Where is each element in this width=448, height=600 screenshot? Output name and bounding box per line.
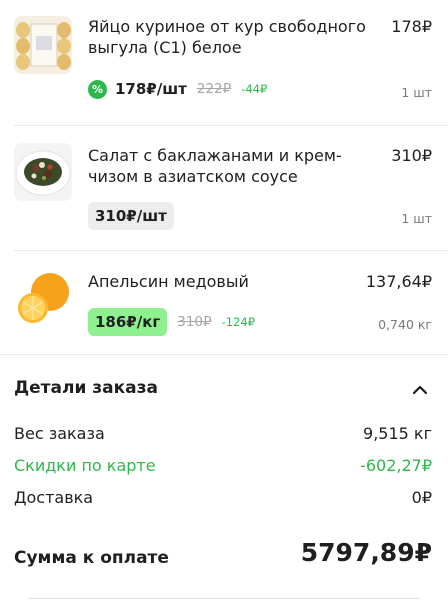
line-total: 137,64₽ [365,272,432,291]
unit-price: 186₽/кг [88,308,168,336]
delivery-row: Доставка 0₽ [14,488,432,512]
card-discount-icon: % [88,79,107,99]
divider [28,598,420,599]
unit-price: 178₽/шт [115,80,187,98]
old-price: 222₽ [196,81,232,97]
cart-item-salad[interactable]: Салат с баклажанами и крем-чизом в азиат… [0,126,448,250]
cart-item-orange[interactable]: Апельсин медовый 137,64₽ 186₽/кг 310₽ -1… [0,251,448,353]
card-discount-row: Скидки по карте -602,27₽ [14,456,432,480]
chevron-up-icon[interactable] [410,380,430,400]
eggs-thumbnail [14,16,72,74]
card-discount-label: Скидки по карте [14,456,156,475]
order-details-title: Детали заказа [14,378,158,398]
product-name[interactable]: Апельсин медовый [88,271,388,292]
unit-price: 310₽/шт [88,202,174,230]
salad-thumbnail [14,143,72,201]
quantity: 1 шт [401,85,432,100]
cart-item-eggs[interactable]: Яйцо куриное от кур свободного выгула (С… [0,0,448,125]
discount-amount: -44₽ [241,82,268,96]
quantity: 1 шт [401,211,432,226]
section-divider [0,354,448,355]
order-weight-value: 9,515 кг [363,424,432,443]
old-price: 310₽ [177,314,212,330]
order-weight-label: Вес заказа [14,424,105,443]
delivery-value: 0₽ [411,488,432,507]
line-total: 310₽ [391,146,432,165]
orange-thumbnail [14,268,72,326]
delivery-label: Доставка [14,488,94,507]
card-discount-value: -602,27₽ [360,456,432,475]
total-value: 5797,89₽ [300,538,432,567]
order-weight-row: Вес заказа 9,515 кг [14,424,432,448]
quantity: 0,740 кг [378,317,432,332]
line-total: 178₽ [391,17,432,36]
discount-amount: -124₽ [221,315,256,329]
product-name[interactable]: Яйцо куриное от кур свободного выгула (С… [88,16,388,58]
product-name[interactable]: Салат с баклажанами и крем-чизом в азиат… [88,145,388,187]
total-label: Сумма к оплате [14,548,169,568]
